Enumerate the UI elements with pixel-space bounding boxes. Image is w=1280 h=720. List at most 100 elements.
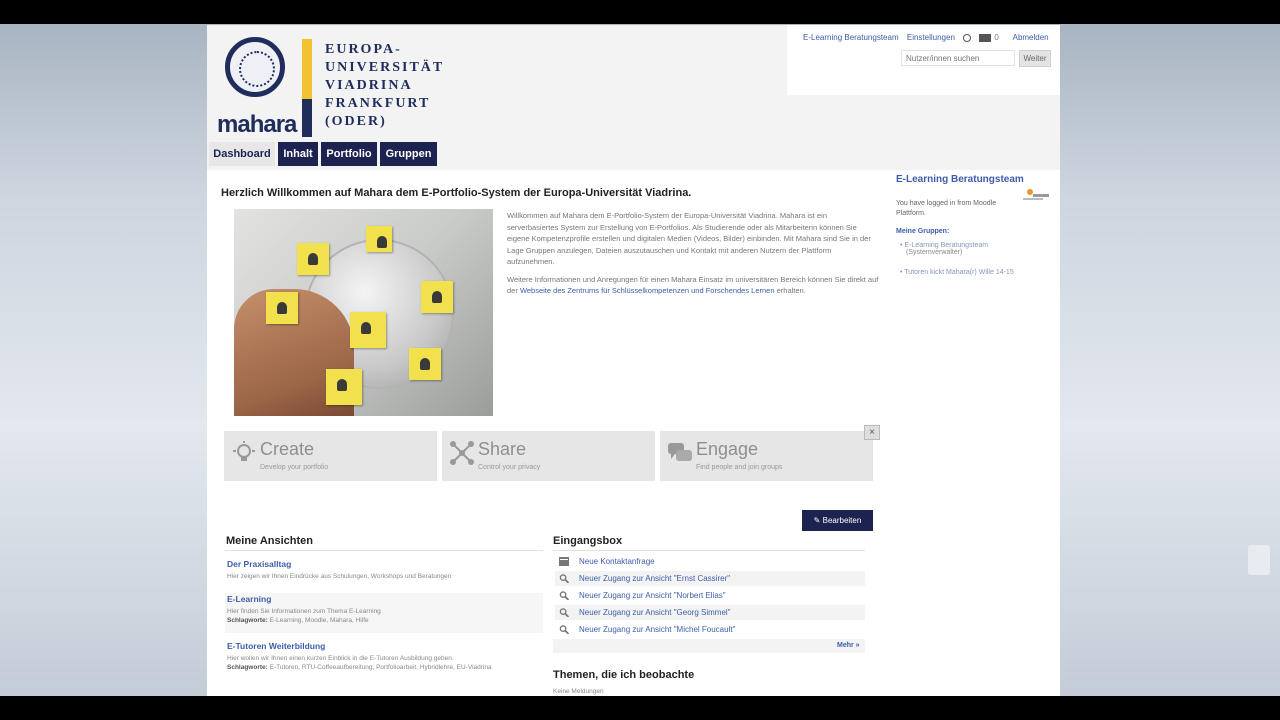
magnifier-icon — [559, 625, 569, 634]
inbox-item-text: Neuer Zugang zur Ansicht "Norbert Elias" — [579, 591, 726, 600]
feature-title: Create — [260, 439, 315, 459]
view-description: Hier wollen wir Ihnen einen kurzen Einbl… — [227, 655, 454, 662]
feature-title: Share — [478, 439, 527, 459]
view-link[interactable]: E-Tutoren Weiterbildung — [227, 641, 542, 651]
lightbulb-icon — [233, 441, 255, 461]
feature-subtitle: Control your privacy — [478, 464, 541, 471]
inbox-footer — [553, 639, 865, 653]
tab-portfolio[interactable]: Portfolio — [321, 142, 377, 166]
divider — [553, 550, 865, 551]
divider — [225, 550, 543, 551]
group-link[interactable]: E-Learning Beratungsteam — [904, 242, 988, 249]
close-icon[interactable]: × — [864, 425, 880, 440]
inbox-link[interactable]: 0 — [979, 33, 1004, 42]
mail-icon — [979, 33, 992, 42]
inbox-item[interactable]: Neuer Zugang zur Ansicht "Michel Foucaul… — [555, 622, 865, 637]
inbox-count: 0 — [994, 33, 999, 42]
sticky-note-icon — [266, 292, 298, 324]
sticky-note-icon — [366, 226, 392, 252]
magnifier-icon — [559, 591, 569, 600]
edit-dashboard-button[interactable]: ✎ Bearbeiten — [802, 510, 873, 531]
share-feature[interactable]: Share Control your privacy — [442, 431, 655, 481]
sticky-note-icon — [326, 369, 362, 405]
scroll-hint — [1248, 545, 1270, 575]
tags-label: Schlagworte: — [227, 664, 268, 671]
watched-topics-title: Themen, die ich beobachte — [553, 669, 695, 681]
intro-paragraph-links: Weitere Informationen und Anregungen für… — [507, 274, 879, 297]
mahara-logo[interactable]: mahara — [217, 111, 297, 139]
moodle-logo-icon — [1023, 189, 1049, 200]
settings-link[interactable]: Einstellungen — [906, 33, 972, 42]
intro-paragraph: Willkommen auf Mahara dem E-Portfolio-Sy… — [507, 211, 871, 266]
zentrum-link[interactable]: Webseite des Zentrums für Schlüsselkompe… — [520, 286, 775, 295]
hero-image — [234, 209, 493, 416]
sticky-note-icon — [421, 281, 453, 313]
search-button[interactable]: Weiter — [1019, 50, 1051, 67]
list-item: Der Praxisalltag Hier zeigen wir Ihnen E… — [227, 559, 542, 580]
logout-link[interactable]: Abmelden — [1013, 33, 1049, 42]
tags-value[interactable]: E-Tutoren, RTU-Coffeeaufbereitung, Portf… — [270, 664, 492, 671]
my-groups-label: Meine Gruppen: — [896, 228, 950, 235]
inbox-item[interactable]: Neuer Zugang zur Ansicht "Norbert Elias" — [555, 588, 865, 603]
browser-page: mahara EUROPA- UNIVERSITÄT VIADRINA FRAN… — [207, 25, 1060, 696]
feature-title: Engage — [696, 439, 759, 459]
user-search-input[interactable] — [901, 50, 1015, 66]
university-name-line: VIADRINA — [325, 78, 413, 93]
inbox-item-text: Neuer Zugang zur Ansicht "Ernst Cassirer… — [579, 574, 731, 583]
sticky-note-icon — [297, 243, 329, 275]
intro-text: Willkommen auf Mahara dem E-Portfolio-Sy… — [507, 210, 879, 303]
login-info: You have logged in from Moodle Plattform… — [896, 200, 997, 217]
sidebar-title[interactable]: E-Learning Beratungsteam — [896, 174, 1024, 185]
university-name-line: (ODER) — [325, 114, 387, 129]
inbox-item[interactable]: Neue Kontaktanfrage — [555, 554, 865, 569]
user-name-link[interactable]: E-Learning Beratungsteam — [803, 33, 899, 42]
tab-dashboard[interactable]: Dashboard — [209, 142, 275, 166]
view-link[interactable]: E-Learning — [227, 594, 542, 604]
welcome-title: Herzlich Willkommen auf Mahara dem E-Por… — [221, 187, 692, 199]
view-link[interactable]: Der Praxisalltag — [227, 559, 542, 569]
inbox-title: Eingangsbox — [553, 535, 623, 547]
logo-bar-yellow — [302, 39, 312, 99]
magnifier-icon — [559, 574, 569, 583]
sticky-note-icon — [350, 312, 386, 348]
network-icon — [450, 441, 474, 465]
group-link[interactable]: Tutoren kickt Mahara(r) Wille 14-15 — [904, 269, 1013, 276]
university-name-line: EUROPA- — [325, 42, 402, 57]
group-item: • E-Learning Beratungsteam (Systemverwal… — [900, 242, 989, 256]
more-link[interactable]: Mehr » — [837, 642, 860, 649]
settings-label: Einstellungen — [906, 33, 955, 42]
letterbox-bottom — [0, 696, 1280, 720]
user-bar: E-Learning Beratungsteam Einstellungen 0… — [803, 33, 1055, 42]
inbox-item[interactable]: Neuer Zugang zur Ansicht "Ernst Cassirer… — [555, 571, 865, 586]
tags-value[interactable]: E-Learning, Moodle, Mahara, Hilfe — [270, 617, 369, 624]
view-tags: Schlagworte: E-Learning, Moodle, Mahara,… — [227, 617, 542, 624]
group-item: • Tutoren kickt Mahara(r) Wille 14-15 — [900, 269, 1014, 276]
list-item: E-Tutoren Weiterbildung Hier wollen wir … — [227, 641, 542, 671]
engage-feature[interactable]: Engage Find people and join groups — [660, 431, 873, 481]
magnifier-icon — [559, 608, 569, 617]
tab-gruppen[interactable]: Gruppen — [380, 142, 437, 166]
logo-bar-navy — [302, 99, 312, 137]
inbox-item-text: Neuer Zugang zur Ansicht "Georg Simmel" — [579, 608, 731, 617]
inbox-item-text: Neue Kontaktanfrage — [579, 557, 655, 566]
group-role: (Systemverwalter) — [906, 249, 963, 256]
inbox-item-text: Neuer Zugang zur Ansicht "Michel Foucaul… — [579, 625, 736, 634]
create-feature[interactable]: Create Develop your portfolio — [224, 431, 437, 481]
list-item: E-Learning Hier finden Sie Informationen… — [227, 594, 542, 624]
view-description: Hier finden Sie Informationen zum Thema … — [227, 608, 381, 615]
sticky-note-icon — [409, 348, 441, 380]
feature-subtitle: Find people and join groups — [696, 464, 783, 471]
university-name-line: FRANKFURT — [325, 96, 431, 111]
edit-button-label: Bearbeiten — [822, 516, 862, 525]
view-tags: Schlagworte: E-Tutoren, RTU-Coffeeaufber… — [227, 664, 542, 671]
tags-label: Schlagworte: — [227, 617, 268, 624]
feature-subtitle: Develop your portfolio — [260, 464, 329, 471]
letterbox-top — [0, 0, 1280, 24]
university-name-line: UNIVERSITÄT — [325, 60, 445, 75]
tab-inhalt[interactable]: Inhalt — [278, 142, 318, 166]
inbox-item[interactable]: Neuer Zugang zur Ansicht "Georg Simmel" — [555, 605, 865, 620]
watched-topics-note: Keine Meldungen — [553, 688, 604, 695]
view-description: Hier zeigen wir Ihnen Eindrücke aus Schu… — [227, 573, 452, 580]
contact-card-icon — [559, 557, 569, 566]
intro-text-after: erhalten. — [774, 286, 806, 295]
